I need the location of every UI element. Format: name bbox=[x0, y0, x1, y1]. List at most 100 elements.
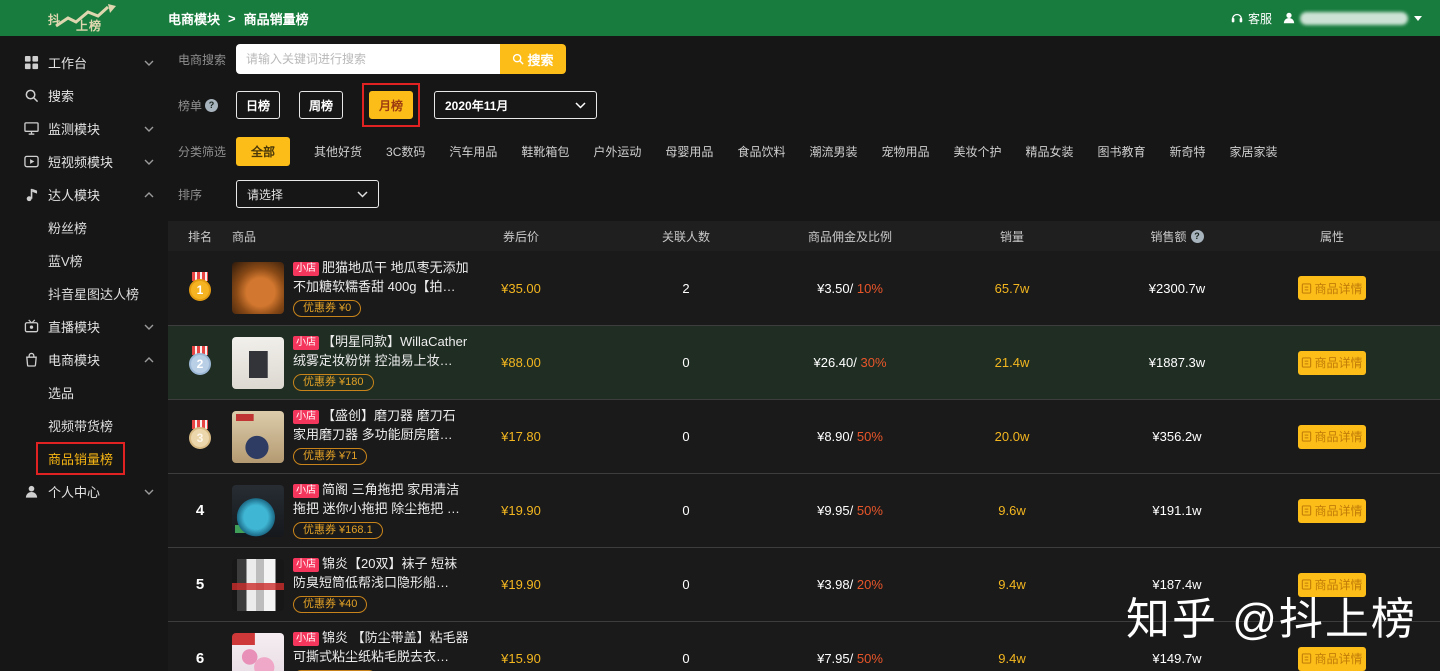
commission-cell: ¥8.90/ 50% bbox=[817, 429, 883, 444]
keyword-search-input[interactable] bbox=[236, 44, 500, 74]
sidebar-item-live[interactable]: 直播模块 bbox=[0, 310, 168, 343]
product-detail-button[interactable]: 商品详情 bbox=[1298, 276, 1366, 300]
rank-medal-gold: 1 bbox=[188, 271, 212, 305]
price-cell: ¥19.90 bbox=[501, 577, 541, 592]
chevron-up-icon bbox=[144, 356, 154, 363]
product-image bbox=[232, 410, 284, 463]
product-detail-button[interactable]: 商品详情 bbox=[1298, 498, 1366, 523]
user-icon bbox=[24, 484, 39, 499]
category-chip[interactable]: 潮流男装 bbox=[809, 143, 857, 160]
category-chip[interactable]: 宠物用品 bbox=[881, 143, 929, 160]
headset-icon bbox=[1231, 13, 1243, 23]
live-icon bbox=[24, 319, 39, 334]
coupon-tag: 优惠券 ¥40 bbox=[293, 596, 368, 613]
product-title: 小店 【明星同款】WillaCather bbox=[293, 334, 467, 350]
product-image bbox=[232, 336, 284, 389]
product-title: 小店 简阁 三角拖把 家用清洁 bbox=[293, 482, 459, 498]
breadcrumb-parent[interactable]: 电商模块 bbox=[168, 9, 220, 28]
coupon-tag: 优惠券 ¥71 bbox=[293, 448, 368, 465]
category-chip[interactable]: 其他好货 bbox=[314, 143, 362, 160]
sidebar-subitem[interactable]: 选品 bbox=[0, 376, 168, 409]
product-detail-button[interactable]: 商品详情 bbox=[1298, 424, 1366, 449]
chevron-up-icon bbox=[144, 191, 154, 198]
sidebar-subitem[interactable]: 蓝V榜 bbox=[0, 244, 168, 277]
rank-medal-bronze: 3 bbox=[188, 420, 212, 453]
sidebar-item-search[interactable]: 搜索 bbox=[0, 79, 168, 112]
price-cell: ¥35.00 bbox=[501, 280, 541, 296]
sidebar-item-music[interactable]: 达人模块 bbox=[0, 178, 168, 211]
rank-tab[interactable]: 日榜 bbox=[236, 91, 280, 119]
commission-cell: ¥26.40/ 30% bbox=[813, 355, 887, 370]
sales-cell: 20.0w bbox=[994, 429, 1030, 444]
table-row: 4 小店 简阁 三角拖把 家用清洁 拖把 迷你小拖把 除尘拖把 … 优惠券 ¥16… bbox=[168, 473, 1440, 547]
sidebar-item-monitor[interactable]: 监测模块 bbox=[0, 112, 168, 145]
category-chip[interactable]: 3C数码 bbox=[386, 143, 425, 160]
category-chip[interactable]: 母婴用品 bbox=[665, 143, 713, 160]
info-icon: ? bbox=[1190, 229, 1204, 243]
table-row: 3 小店 【盛创】磨刀器 磨刀石 家用磨刀器 多功能厨房磨… 优惠券 ¥71 ¥1… bbox=[168, 399, 1440, 473]
document-icon bbox=[1302, 282, 1312, 294]
sidebar-subitem[interactable]: 粉丝榜 bbox=[0, 211, 168, 244]
commission-cell: ¥3.98/ 20% bbox=[817, 577, 883, 592]
category-chip[interactable]: 食品饮料 bbox=[737, 143, 785, 160]
logo-char: 抖 bbox=[48, 13, 61, 27]
sidebar-item-video[interactable]: 短视频模块 bbox=[0, 145, 168, 178]
sidebar-subitem[interactable]: 视频带货榜 bbox=[0, 409, 168, 442]
revenue-cell: ¥356.2w bbox=[1152, 429, 1202, 444]
customer-service-button[interactable]: 客服 bbox=[1230, 10, 1272, 27]
category-chip[interactable]: 精品女装 bbox=[1026, 143, 1074, 160]
info-icon: ? bbox=[205, 98, 219, 112]
shop-badge: 小店 bbox=[293, 261, 319, 276]
price-cell: ¥15.90 bbox=[501, 651, 541, 666]
category-chip[interactable]: 图书教育 bbox=[1098, 143, 1146, 160]
rank-tab[interactable]: 周榜 bbox=[299, 91, 343, 119]
column-header: 商品 bbox=[232, 229, 257, 244]
category-chip[interactable]: 汽车用品 bbox=[449, 143, 497, 160]
sales-cell: 21.4w bbox=[994, 355, 1030, 370]
sidebar-subitem[interactable]: 抖音星图达人榜 bbox=[0, 277, 168, 310]
product-title: 小店 【盛创】磨刀器 磨刀石 bbox=[293, 408, 456, 424]
document-icon bbox=[1302, 653, 1312, 664]
breadcrumb: 电商模块 > 商品销量榜 bbox=[168, 9, 309, 28]
sidebar-nav: 工作台 搜索 监测模块 短视频模块 达人模块 粉丝榜 蓝V榜 抖音星图达人榜 直… bbox=[0, 36, 168, 671]
category-chip[interactable]: 鞋靴箱包 bbox=[521, 143, 569, 160]
related-people-cell: 2 bbox=[682, 280, 690, 296]
product-detail-button[interactable]: 商品详情 bbox=[1298, 646, 1366, 671]
category-chip[interactable]: 新奇特 bbox=[1170, 143, 1206, 160]
sidebar-item-grid[interactable]: 工作台 bbox=[0, 46, 168, 79]
product-cell: 小店 肥猫地瓜干 地瓜枣无添加 不加糖软糯香甜 400g【拍… 优惠券 ¥0 bbox=[232, 260, 469, 317]
sidebar-item-user[interactable]: 个人中心 bbox=[0, 475, 168, 508]
category-chip[interactable]: 全部 bbox=[236, 136, 291, 166]
search-button[interactable]: 搜索 bbox=[500, 44, 566, 74]
product-cell: 小店锦炎 【防尘带盖】粘毛器 可撕式粘尘纸粘毛脱去衣… 优惠券 ¥63.1 bbox=[232, 630, 469, 671]
sidebar-subitem[interactable]: 商品销量榜 bbox=[0, 442, 168, 475]
month-select[interactable]: 2020年11月 bbox=[434, 91, 597, 119]
product-detail-button[interactable]: 商品详情 bbox=[1298, 350, 1366, 375]
category-chip[interactable]: 户外运动 bbox=[593, 143, 641, 160]
product-cell: 小店 锦炎【20双】袜子 短袜 防臭短筒低帮浅口隐形船… 优惠券 ¥40 bbox=[232, 556, 457, 613]
user-account-menu[interactable] bbox=[1282, 11, 1422, 25]
related-people-cell: 0 bbox=[682, 429, 690, 444]
product-title: 小店 锦炎【20双】袜子 短袜 bbox=[293, 556, 457, 572]
sidebar-item-bag[interactable]: 电商模块 bbox=[0, 343, 168, 376]
category-chip[interactable]: 美妆个护 bbox=[953, 143, 1001, 160]
chevron-down-icon bbox=[1414, 15, 1422, 21]
rank-type-label: 榜单 ? bbox=[178, 97, 228, 114]
rank-tab[interactable]: 月榜 bbox=[369, 91, 413, 119]
app-logo[interactable]: 抖 上榜 bbox=[0, 0, 168, 36]
column-header: 券后价 bbox=[502, 229, 539, 244]
column-header: 销售额? bbox=[1104, 228, 1250, 245]
customer-service-label: 客服 bbox=[1247, 11, 1272, 26]
sort-select[interactable]: 请选择 bbox=[236, 180, 379, 208]
category-chip[interactable]: 家居家装 bbox=[1230, 143, 1278, 160]
rank-number: 6 bbox=[195, 650, 205, 667]
coupon-tag: 优惠券 ¥168.1 bbox=[293, 522, 383, 539]
sales-cell: 65.7w bbox=[994, 280, 1030, 296]
commission-percent: 50% bbox=[856, 429, 883, 444]
chevron-down-icon bbox=[144, 324, 154, 330]
commission-percent: 50% bbox=[856, 651, 883, 666]
document-icon bbox=[1302, 505, 1312, 516]
username-redacted bbox=[1300, 11, 1408, 25]
coupon-tag: 优惠券 ¥0 bbox=[293, 299, 362, 317]
document-icon bbox=[1302, 431, 1312, 442]
